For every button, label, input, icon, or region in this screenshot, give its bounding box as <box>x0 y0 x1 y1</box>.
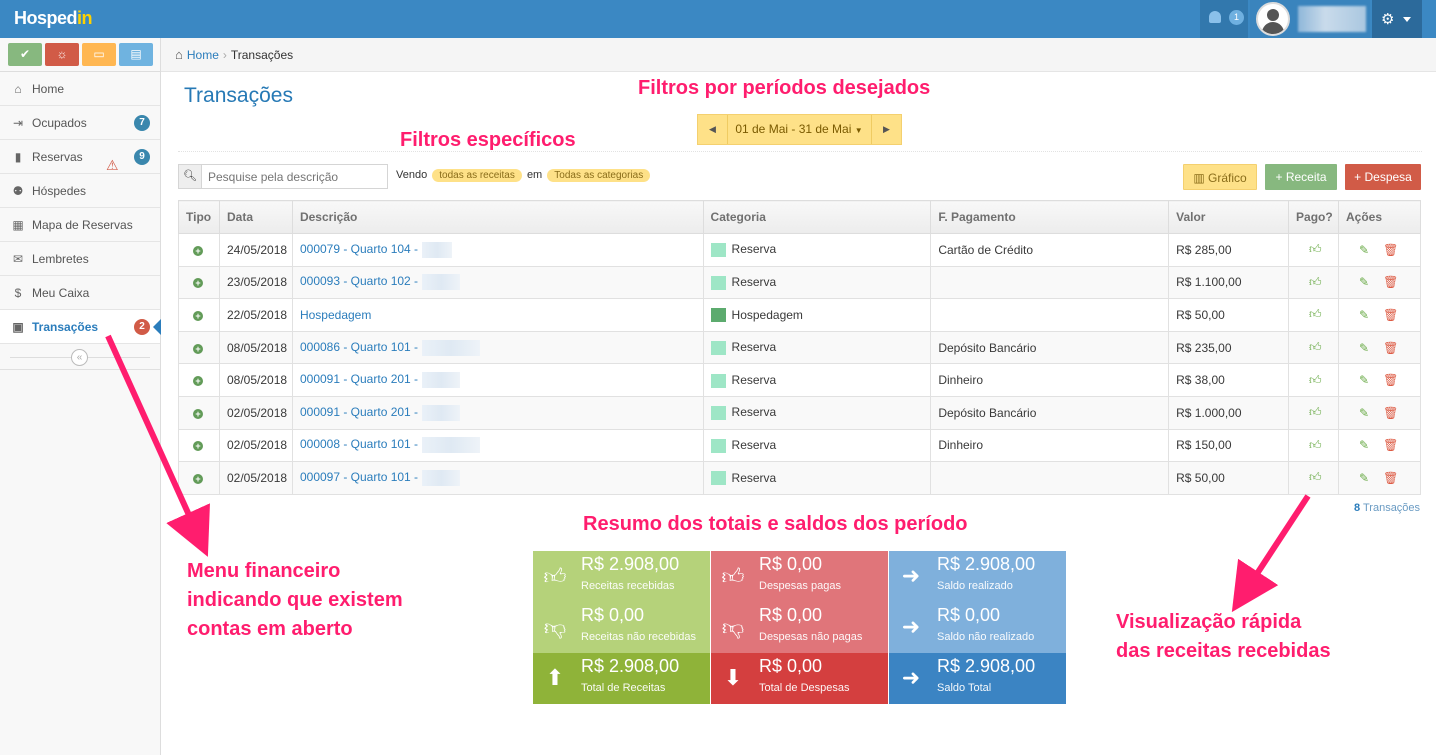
annotation-arrow-menu <box>105 334 210 557</box>
annotation-arrow-paid <box>1231 494 1311 613</box>
annotation-arrows <box>105 334 1311 613</box>
